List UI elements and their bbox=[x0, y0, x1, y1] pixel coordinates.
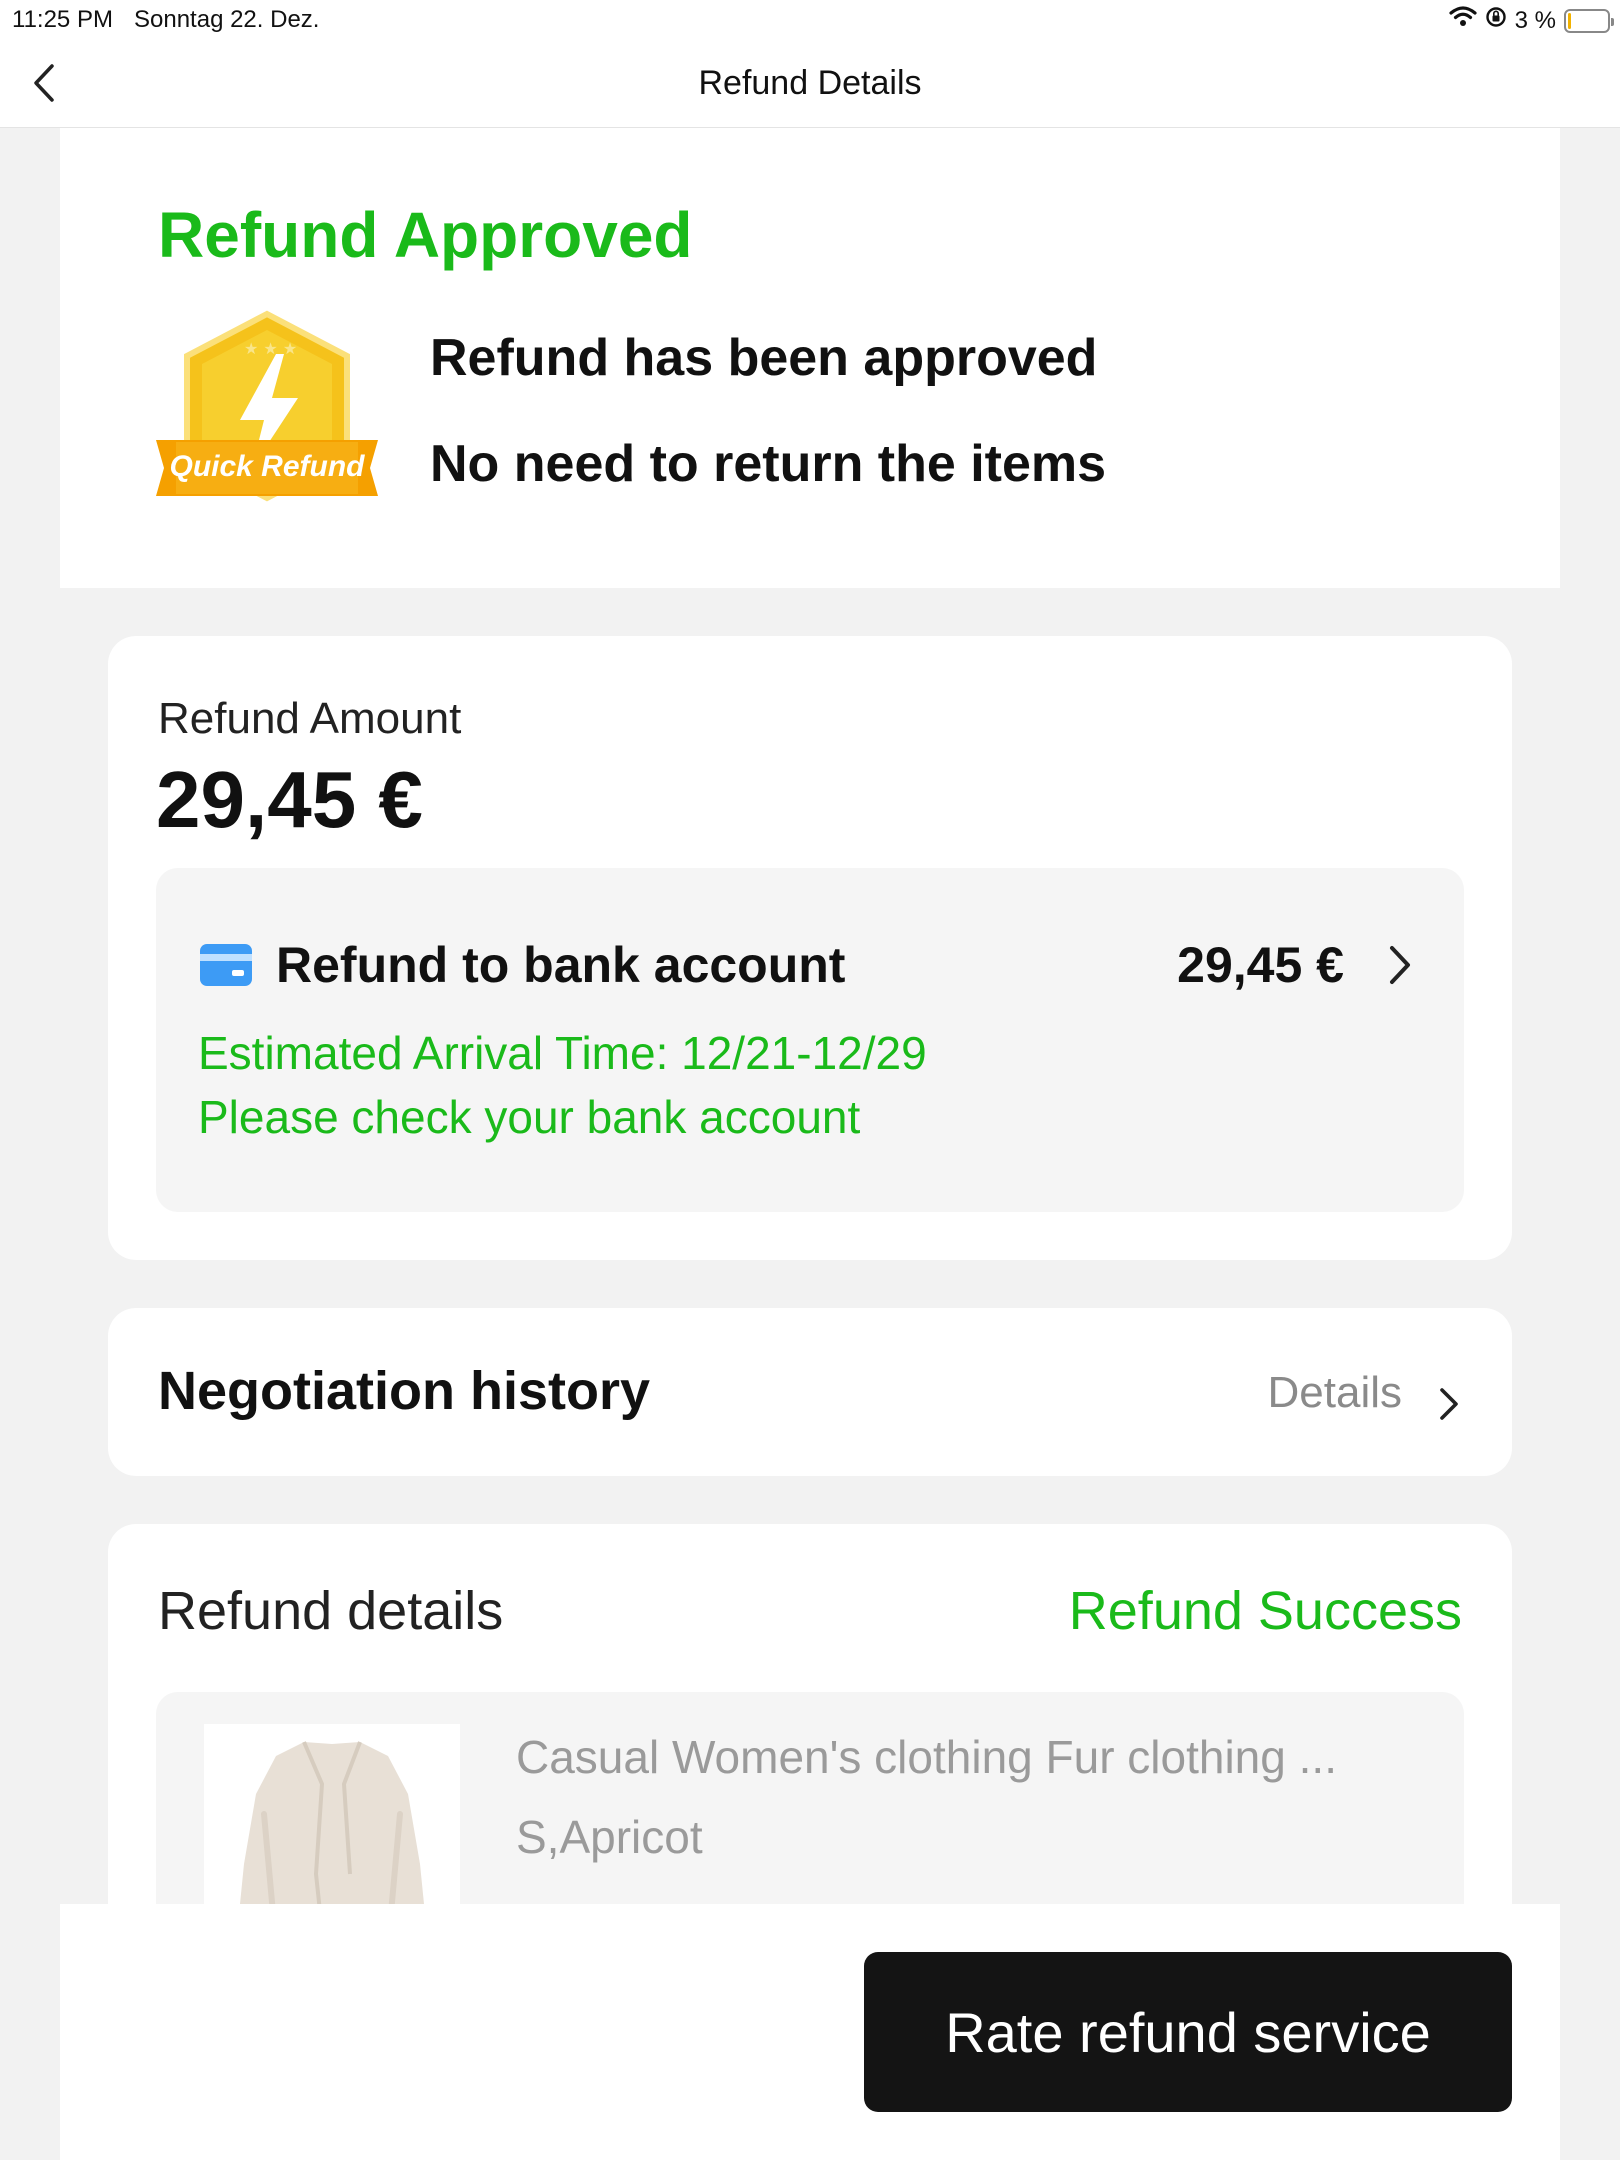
approval-message: Refund has been approved bbox=[430, 329, 1098, 387]
rotation-lock-icon bbox=[1485, 6, 1507, 35]
chevron-right-icon bbox=[1384, 942, 1414, 988]
bottom-action-bar: Rate refund service bbox=[60, 1904, 1560, 2160]
refund-status: Refund Success bbox=[1068, 1581, 1462, 1641]
quick-refund-badge: ★ ★ ★ Quick Refund bbox=[152, 308, 382, 518]
status-bar: 11:25 PM Sonntag 22. Dez. 3 % bbox=[0, 0, 1620, 40]
bank-check-note: Please check your bank account bbox=[198, 1091, 861, 1143]
refund-method-row[interactable]: Refund to bank account 29,45 € Estimated… bbox=[156, 868, 1464, 1212]
battery-percent: 3 % bbox=[1514, 6, 1556, 34]
chevron-right-icon bbox=[1436, 1384, 1462, 1424]
battery-icon bbox=[1564, 8, 1614, 33]
refund-amount-label: Refund Amount bbox=[158, 694, 462, 743]
refund-details-title: Refund details bbox=[158, 1581, 504, 1641]
page-title: Refund Details bbox=[698, 64, 922, 102]
refund-method-amount: 29,45 € bbox=[1177, 937, 1344, 993]
return-note: No need to return the items bbox=[430, 435, 1107, 493]
navigation-bar: Refund Details bbox=[0, 40, 1620, 128]
approval-title: Refund Approved bbox=[158, 199, 693, 271]
status-time: 11:25 PM bbox=[12, 6, 113, 33]
refund-amount-value: 29,45 € bbox=[156, 755, 423, 844]
approval-panel: Refund Approved ★ ★ ★ Quick Refund Refun… bbox=[60, 128, 1560, 588]
item-variant: S,Apricot bbox=[516, 1811, 703, 1863]
item-name: Casual Women's clothing Fur clothing ... bbox=[516, 1731, 1337, 1783]
refund-amount-card: Refund Amount 29,45 € Refund to bank acc… bbox=[108, 636, 1512, 1260]
negotiation-history-title: Negotiation history bbox=[158, 1361, 651, 1421]
status-indicators: 3 % bbox=[1449, 6, 1614, 35]
status-date: Sonntag 22. Dez. bbox=[134, 6, 320, 33]
negotiation-details-link[interactable]: Details bbox=[1268, 1368, 1403, 1418]
negotiation-history-row[interactable]: Negotiation history Details bbox=[108, 1308, 1512, 1476]
svg-text:★ ★ ★: ★ ★ ★ bbox=[244, 339, 297, 358]
badge-text: Quick Refund bbox=[169, 450, 365, 483]
credit-card-icon bbox=[200, 944, 252, 986]
wifi-icon bbox=[1449, 6, 1477, 35]
refund-method-label: Refund to bank account bbox=[276, 937, 846, 993]
rate-refund-service-button[interactable]: Rate refund service bbox=[864, 1952, 1512, 2112]
estimated-arrival-time: Estimated Arrival Time: 12/21-12/29 bbox=[198, 1027, 927, 1079]
